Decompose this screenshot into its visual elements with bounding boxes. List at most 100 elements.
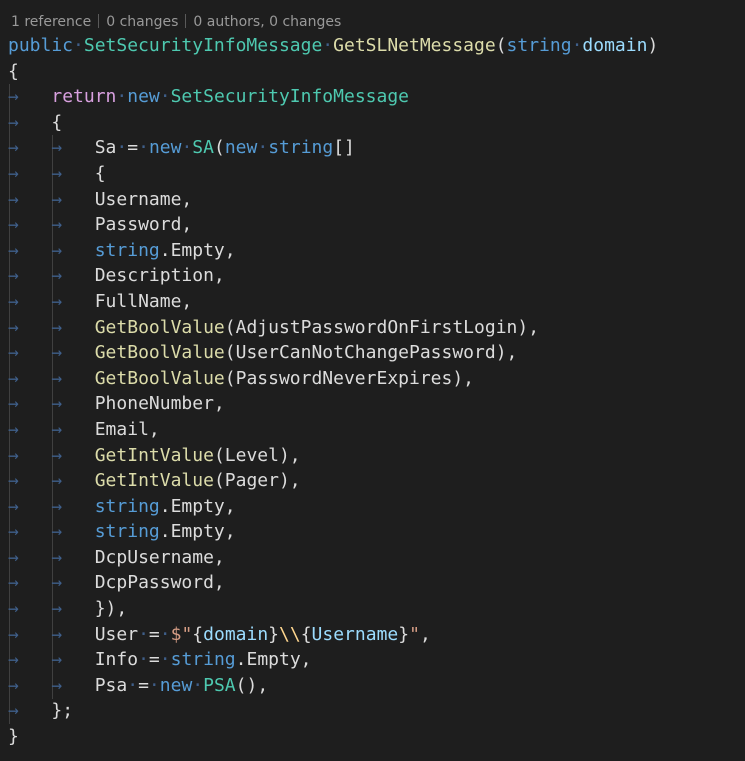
code-token: GetSLNetMessage bbox=[333, 35, 496, 56]
code-line: → → Password, bbox=[8, 212, 658, 238]
codelens-changes-link[interactable]: 0 changes bbox=[106, 14, 178, 30]
whitespace-marker: → bbox=[51, 444, 63, 466]
code-token: Info bbox=[94, 649, 139, 671]
codelens-authors-link[interactable]: 0 authors, 0 changes bbox=[193, 14, 341, 30]
whitespace-marker: → bbox=[8, 265, 19, 287]
whitespace-marker: · bbox=[127, 674, 139, 696]
code-token: Username bbox=[311, 623, 399, 645]
whitespace-marker: → bbox=[51, 623, 63, 645]
whitespace-marker bbox=[62, 368, 95, 389]
code-line: → → GetBoolValue(PasswordNeverExpires), bbox=[8, 366, 658, 392]
whitespace-marker bbox=[19, 240, 52, 261]
code-token: = bbox=[138, 674, 149, 696]
code-token: [] bbox=[333, 137, 355, 159]
whitespace-marker bbox=[62, 240, 95, 261]
whitespace-marker: → bbox=[51, 495, 63, 517]
whitespace-marker: · bbox=[138, 623, 149, 645]
whitespace-marker: → bbox=[8, 342, 19, 364]
whitespace-marker: → bbox=[51, 214, 63, 236]
whitespace-marker: · bbox=[148, 674, 160, 696]
code-token: new bbox=[148, 137, 182, 159]
code-token: GetBoolValue bbox=[94, 367, 225, 389]
whitespace-marker: → bbox=[8, 546, 19, 568]
whitespace-marker: → bbox=[51, 137, 63, 159]
whitespace-marker bbox=[19, 624, 52, 645]
code-token: return bbox=[51, 86, 117, 108]
whitespace-marker bbox=[62, 521, 95, 542]
code-token: GetIntValue bbox=[94, 470, 214, 492]
code-line: → → Description, bbox=[8, 263, 658, 289]
whitespace-marker: → bbox=[51, 572, 63, 594]
code-token: string bbox=[506, 35, 572, 56]
code-token: " bbox=[409, 623, 420, 645]
whitespace-marker: → bbox=[51, 418, 63, 440]
whitespace-marker bbox=[62, 649, 95, 670]
whitespace-marker: → bbox=[51, 393, 63, 415]
code-text-area[interactable]: public·SetSecurityInfoMessage·GetSLNetMe… bbox=[8, 33, 658, 750]
whitespace-marker bbox=[19, 393, 52, 414]
whitespace-marker bbox=[62, 624, 95, 645]
whitespace-marker bbox=[19, 214, 52, 235]
whitespace-marker: → bbox=[51, 316, 63, 338]
code-token: DcpPassword, bbox=[94, 572, 225, 594]
code-token: (Pager), bbox=[213, 470, 301, 492]
codelens-separator bbox=[185, 14, 187, 28]
whitespace-marker: → bbox=[8, 598, 19, 620]
whitespace-marker bbox=[19, 598, 52, 619]
codelens-bar: 1 reference 0 changes 0 authors, 0 changes bbox=[11, 12, 341, 32]
code-line: → → FullName, bbox=[8, 289, 658, 315]
code-token: domain bbox=[582, 35, 648, 56]
whitespace-marker: → bbox=[8, 214, 19, 236]
code-token: Email, bbox=[94, 418, 160, 440]
whitespace-marker: · bbox=[138, 137, 149, 159]
whitespace-marker: → bbox=[8, 470, 19, 492]
code-token: .Empty, bbox=[159, 521, 236, 543]
code-token: new bbox=[159, 674, 193, 696]
code-token: SetSecurityInfoMessage bbox=[170, 86, 410, 108]
whitespace-marker: → bbox=[51, 546, 63, 568]
whitespace-marker bbox=[62, 214, 95, 235]
whitespace-marker bbox=[19, 265, 52, 286]
code-editor[interactable]: 1 reference 0 changes 0 authors, 0 changes… bbox=[0, 0, 745, 761]
code-line: → → string.Empty, bbox=[8, 238, 658, 264]
whitespace-marker: · bbox=[257, 137, 269, 159]
whitespace-marker bbox=[62, 598, 95, 619]
code-line: → → GetBoolValue(UserCanNotChangePasswor… bbox=[8, 340, 658, 366]
code-token: (UserCanNotChangePassword), bbox=[224, 342, 518, 364]
code-line: → → GetBoolValue(AdjustPasswordOnFirstLo… bbox=[8, 315, 658, 341]
code-token: , bbox=[419, 623, 431, 645]
whitespace-marker: → bbox=[8, 623, 19, 645]
code-token: { bbox=[300, 623, 312, 645]
code-token: new bbox=[224, 137, 258, 159]
code-token: { bbox=[8, 60, 19, 82]
code-token: SetSecurityInfoMessage bbox=[83, 35, 323, 56]
code-token: = bbox=[127, 137, 139, 159]
whitespace-marker: · bbox=[192, 674, 204, 696]
code-token: FullName, bbox=[94, 290, 193, 312]
whitespace-marker bbox=[19, 470, 52, 491]
code-token: }; bbox=[51, 700, 74, 722]
code-token: (), bbox=[235, 674, 269, 696]
whitespace-marker bbox=[19, 189, 52, 210]
code-token: Description, bbox=[94, 265, 225, 287]
codelens-references-link[interactable]: 1 reference bbox=[11, 14, 91, 30]
code-line: → → GetIntValue(Level), bbox=[8, 443, 658, 469]
whitespace-marker bbox=[19, 649, 52, 670]
whitespace-marker bbox=[62, 342, 95, 363]
code-line: { bbox=[8, 59, 658, 85]
whitespace-marker bbox=[62, 163, 95, 184]
code-token: SA bbox=[192, 137, 214, 159]
code-token: = bbox=[148, 649, 160, 671]
code-token: .Empty, bbox=[159, 239, 236, 261]
whitespace-marker: → bbox=[8, 188, 19, 210]
code-token: ( bbox=[213, 137, 225, 159]
whitespace-marker bbox=[62, 572, 95, 593]
whitespace-marker bbox=[62, 496, 95, 517]
whitespace-marker bbox=[62, 317, 95, 338]
code-token: string bbox=[94, 239, 160, 261]
code-token: PSA bbox=[203, 674, 236, 696]
whitespace-marker: · bbox=[116, 137, 128, 159]
whitespace-marker bbox=[19, 675, 52, 696]
whitespace-marker bbox=[62, 445, 95, 466]
code-token: domain bbox=[203, 623, 269, 645]
